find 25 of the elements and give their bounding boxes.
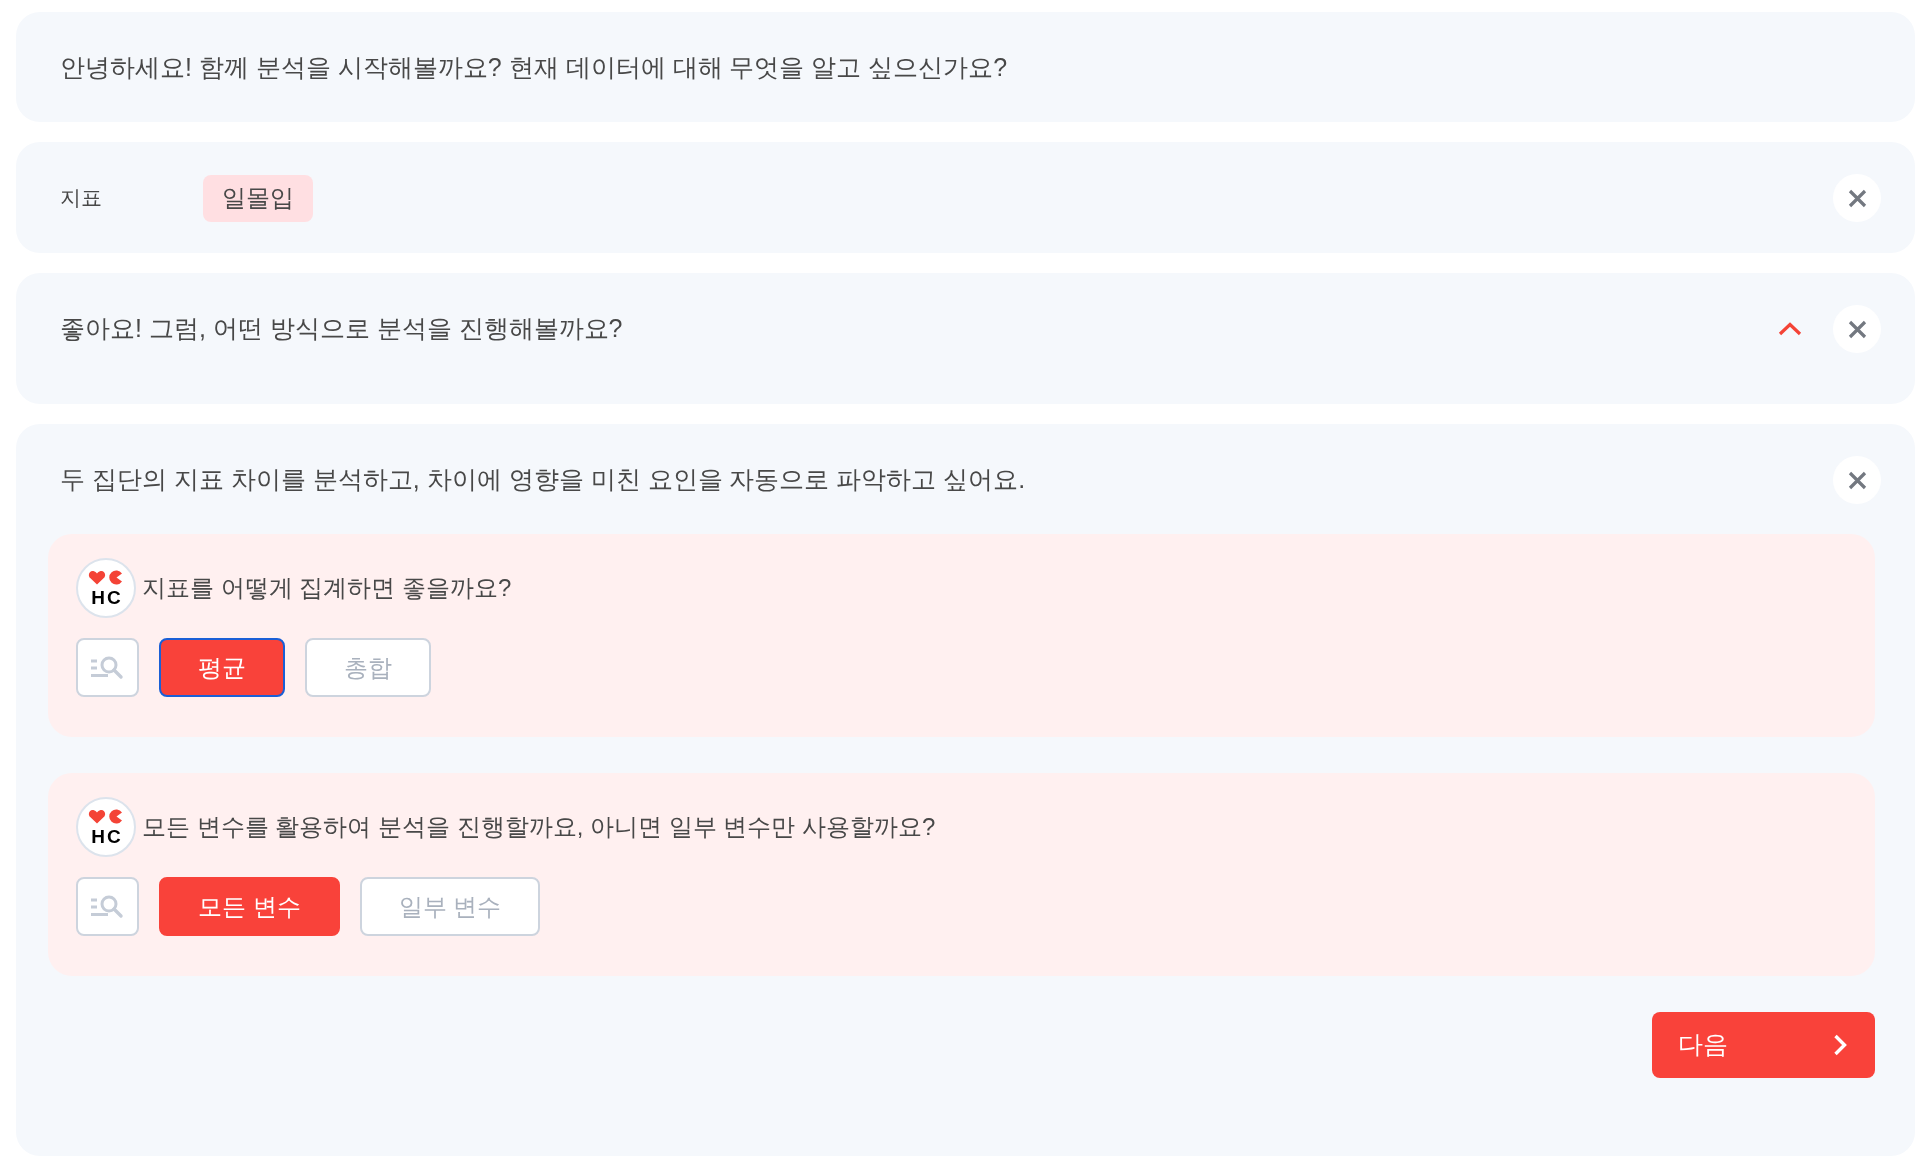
option-button[interactable]: 모든 변수 bbox=[159, 877, 340, 936]
metric-tag: 일몰입 bbox=[203, 174, 313, 222]
option-button[interactable]: 평균 bbox=[159, 638, 285, 697]
close-icon bbox=[1847, 470, 1867, 490]
close-button[interactable] bbox=[1833, 174, 1881, 222]
close-icon bbox=[1847, 319, 1867, 339]
list-search-icon bbox=[89, 655, 126, 680]
list-search-icon bbox=[89, 894, 126, 919]
question-text: 지표를 어떻게 집계하면 좋을까요? bbox=[142, 573, 512, 603]
question-text: 모든 변수를 활용하여 분석을 진행할까요, 아니면 일부 변수만 사용할까요? bbox=[142, 812, 936, 842]
logo-icon bbox=[88, 808, 124, 824]
greeting-text: 안녕하세요! 함께 분석을 시작해볼까요? 현재 데이터에 대해 무엇을 알고 싶으신가요? bbox=[60, 52, 1008, 84]
option-button[interactable]: 일부 변수 bbox=[359, 877, 541, 936]
next-button[interactable]: 다음 bbox=[1652, 1012, 1875, 1078]
option-button[interactable]: 총합 bbox=[305, 638, 431, 697]
question-text: 좋아요! 그럼, 어떤 방식으로 분석을 진행해볼까요? bbox=[60, 313, 623, 345]
chevron-right-icon bbox=[1833, 1034, 1847, 1056]
logo-text: HC bbox=[90, 587, 123, 607]
metric-label: 지표 bbox=[60, 185, 103, 212]
logo-text: HC bbox=[90, 826, 123, 846]
answer-text: 두 집단의 지표 차이를 분석하고, 차이에 영향을 미친 요인을 자동으로 파악하고 싶어요. bbox=[60, 464, 1026, 496]
close-icon bbox=[1847, 188, 1867, 208]
logo-icon bbox=[88, 569, 124, 585]
close-button[interactable] bbox=[1833, 305, 1881, 353]
close-button[interactable] bbox=[1833, 456, 1881, 504]
